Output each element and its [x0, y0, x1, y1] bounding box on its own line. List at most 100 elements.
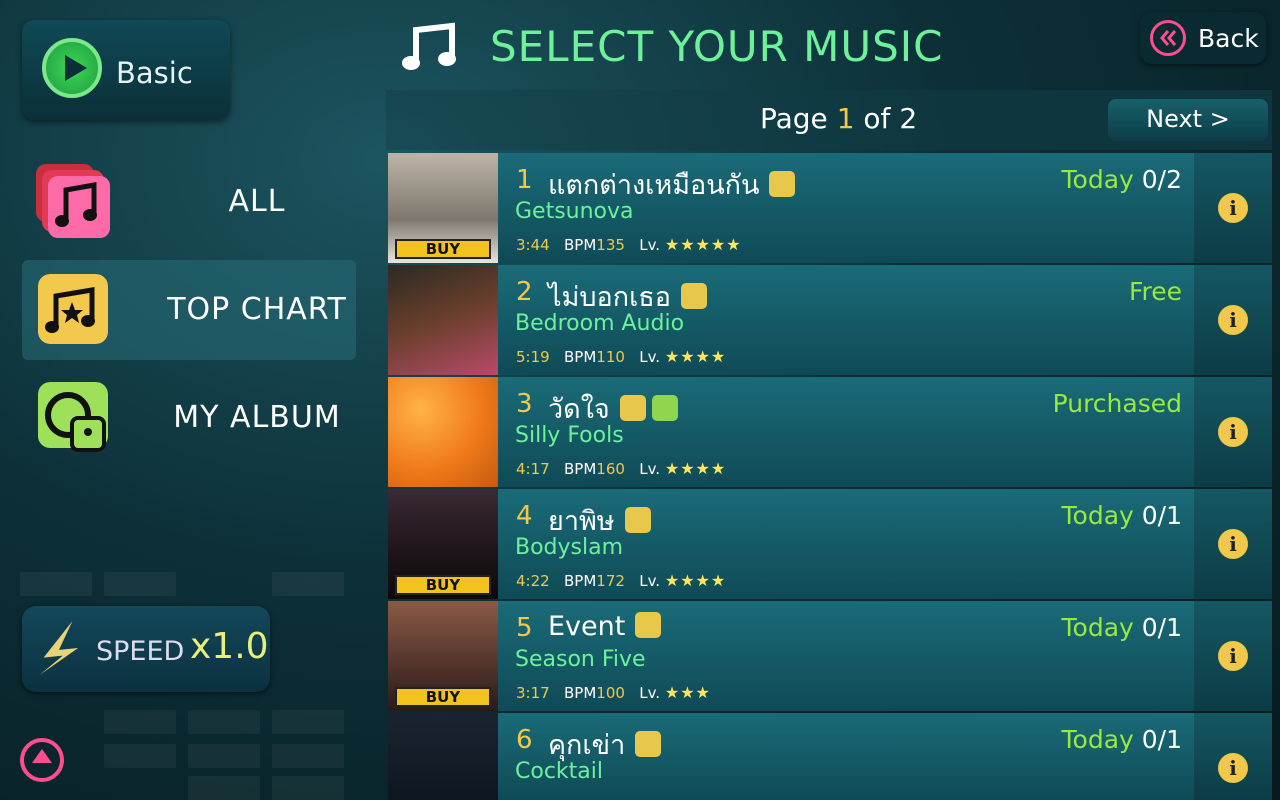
eq-block — [272, 744, 344, 768]
next-page-button[interactable]: Next > — [1108, 99, 1268, 141]
eq-block — [272, 710, 344, 734]
play-circle-icon — [42, 38, 102, 98]
eq-block — [272, 776, 344, 800]
eq-block — [20, 572, 92, 596]
speed-value: x1.0 — [190, 626, 269, 667]
song-number: 4 — [516, 501, 533, 531]
eq-block — [188, 710, 260, 734]
level-stars: ★★★★ — [664, 347, 727, 366]
category-top-chart[interactable]: TOP CHART — [22, 260, 356, 360]
level-stars: ★★★★ — [664, 571, 727, 590]
category-all[interactable]: ALL — [22, 152, 356, 252]
song-row[interactable]: BUY 1 แตกต่างเหมือนกัน Getsunova 3:44 BP… — [388, 153, 1272, 263]
song-number: 3 — [516, 389, 533, 419]
artist-name: Bodyslam — [515, 535, 624, 560]
music-badge-icon — [624, 506, 651, 533]
music-badge-icon — [681, 282, 708, 309]
eq-block — [104, 744, 176, 768]
category-label: TOP CHART — [167, 292, 347, 327]
home-up-button[interactable] — [20, 738, 64, 782]
album-cover: BUY — [388, 601, 498, 711]
info-icon[interactable]: i — [1218, 305, 1248, 335]
page-indicator: Page 1 of 2 — [760, 102, 918, 135]
song-title: แตกต่างเหมือนกัน — [548, 170, 760, 201]
artist-name: Silly Fools — [515, 423, 624, 448]
speed-label: SPEED — [96, 636, 185, 667]
mode-basic-button[interactable]: Basic — [22, 20, 230, 120]
level-stars: ★★★★★ — [664, 235, 742, 254]
album-cover — [388, 713, 498, 800]
song-row[interactable]: BUY 4 ยาพิษ Bodyslam 4:22 BPM172 Lv. ★★★… — [388, 489, 1272, 599]
double-chevron-left-icon — [1150, 20, 1186, 56]
back-button[interactable]: Back — [1140, 12, 1266, 64]
category-my-album[interactable]: MY ALBUM — [22, 368, 356, 468]
eq-block — [188, 744, 260, 768]
category-label: MY ALBUM — [173, 400, 341, 435]
album-cover — [388, 377, 498, 487]
speed-button[interactable]: SPEED x1.0 — [22, 606, 270, 692]
song-status: Today 0/1 — [1061, 501, 1182, 530]
song-status: Today 0/2 — [1061, 165, 1182, 194]
info-icon[interactable]: i — [1218, 529, 1248, 559]
level-stars: ★★★ — [664, 683, 711, 702]
album-cover — [388, 265, 498, 375]
info-icon[interactable]: i — [1218, 753, 1248, 783]
eq-block — [272, 572, 344, 596]
music-badge-icon — [769, 170, 796, 197]
music-badge-icon — [619, 394, 646, 421]
music-note-stack-icon — [36, 164, 110, 238]
total-pages: 2 — [899, 102, 918, 135]
music-badge-icon — [635, 730, 662, 757]
info-icon[interactable]: i — [1218, 417, 1248, 447]
artist-name: Cocktail — [515, 759, 603, 784]
buy-button[interactable]: BUY — [395, 239, 491, 259]
song-number: 1 — [516, 165, 533, 195]
eq-block — [104, 710, 176, 734]
song-meta: 4:17 BPM160 Lv. ★★★★ — [516, 459, 727, 478]
song-meta: 4:22 BPM172 Lv. ★★★★ — [516, 571, 727, 590]
song-meta: 3:17 BPM100 Lv. ★★★ — [516, 683, 711, 702]
music-star-icon — [38, 274, 108, 344]
level-stars: ★★★★ — [664, 459, 727, 478]
music-badge-icon — [635, 611, 662, 638]
song-title: คุกเข่า — [548, 730, 626, 761]
buy-button[interactable]: BUY — [395, 687, 491, 707]
song-number: 5 — [516, 613, 533, 643]
song-status: Today 0/1 — [1061, 613, 1182, 642]
album-badge-icon — [651, 394, 678, 421]
speed-wing-icon — [39, 621, 79, 675]
music-note-icon — [402, 22, 456, 70]
buy-button[interactable]: BUY — [395, 575, 491, 595]
song-row[interactable]: BUY 5 Event Season Five 3:17 BPM100 Lv. … — [388, 601, 1272, 711]
song-row[interactable]: 2 ไม่บอกเธอ Bedroom Audio 5:19 BPM110 Lv… — [388, 265, 1272, 375]
info-icon[interactable]: i — [1218, 193, 1248, 223]
song-number: 6 — [516, 725, 533, 755]
song-title-wrap: Event — [548, 611, 662, 642]
back-label: Back — [1198, 24, 1259, 53]
song-title: Event — [548, 611, 626, 642]
eq-block — [188, 776, 260, 800]
song-status: Today 0/1 — [1061, 725, 1182, 754]
song-meta: 3:44 BPM135 Lv. ★★★★★ — [516, 235, 742, 254]
song-status: Free — [1128, 277, 1182, 306]
album-cover: BUY — [388, 153, 498, 263]
song-status: Purchased — [1052, 389, 1182, 418]
artist-name: Getsunova — [515, 199, 634, 224]
song-row[interactable]: 3 วัดใจ Silly Fools 4:17 BPM160 Lv. ★★★★… — [388, 377, 1272, 487]
album-cover: BUY — [388, 489, 498, 599]
song-row[interactable]: 6 คุกเข่า Cocktail Today 0/1 i — [388, 713, 1272, 800]
song-title: ไม่บอกเธอ — [548, 282, 672, 313]
song-title: วัดใจ — [548, 394, 610, 425]
current-page: 1 — [836, 102, 855, 135]
song-number: 2 — [516, 277, 533, 307]
mode-label: Basic — [116, 56, 193, 90]
next-label: Next > — [1146, 105, 1230, 133]
song-meta: 5:19 BPM110 Lv. ★★★★ — [516, 347, 727, 366]
info-icon[interactable]: i — [1218, 641, 1248, 671]
category-label: ALL — [228, 184, 286, 219]
eq-block — [104, 572, 176, 596]
artist-name: Season Five — [515, 647, 646, 672]
artist-name: Bedroom Audio — [515, 311, 685, 336]
page-title: SELECT YOUR MUSIC — [490, 22, 944, 71]
album-lock-icon — [38, 382, 108, 452]
